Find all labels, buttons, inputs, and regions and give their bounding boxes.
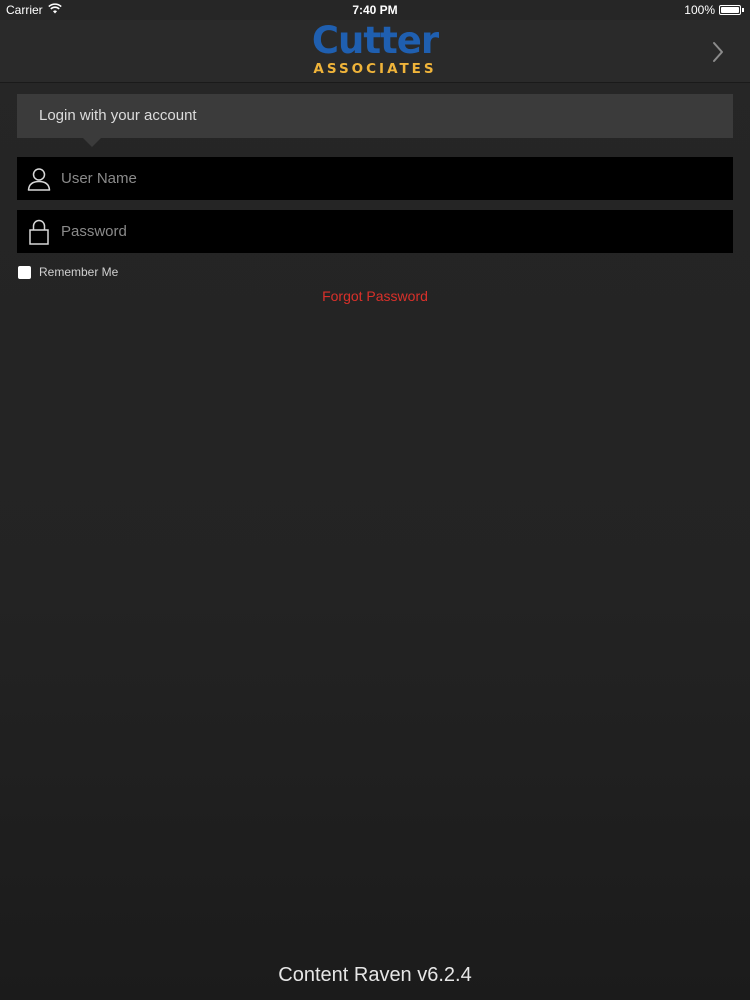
forgot-password-row: Forgot Password [0, 288, 750, 304]
battery-icon [719, 5, 741, 15]
remember-me-label: Remember Me [39, 265, 119, 279]
battery-tip [742, 8, 744, 12]
app-header: Cutter ASSOCIATES [0, 20, 750, 83]
status-time: 7:40 PM [352, 3, 398, 17]
remember-me-checkbox[interactable] [18, 265, 31, 279]
status-right: 100% [684, 3, 744, 17]
chevron-right-icon[interactable] [708, 39, 728, 65]
login-header-pointer [83, 138, 101, 147]
login-header-label: Login with your account [39, 107, 197, 124]
password-input[interactable] [61, 211, 733, 252]
remember-me-toggle[interactable]: Remember Me [18, 265, 118, 279]
login-panel-header: Login with your account [17, 94, 733, 147]
app-version: Content Raven v6.2.4 [278, 964, 472, 986]
logo-main-text: Cutter [311, 19, 439, 62]
password-field[interactable] [17, 210, 733, 253]
user-icon [17, 157, 61, 200]
logo-sub-text: ASSOCIATES [313, 61, 437, 77]
forgot-password-link[interactable]: Forgot Password [322, 288, 428, 304]
battery-fill [721, 7, 739, 13]
username-field[interactable] [17, 157, 733, 200]
battery-percent: 100% [684, 3, 715, 17]
cutter-associates-logo: Cutter ASSOCIATES [300, 22, 450, 80]
username-input[interactable] [61, 158, 733, 199]
lock-icon [17, 210, 61, 253]
status-bar: Carrier 7:40 PM 100% [0, 0, 750, 20]
